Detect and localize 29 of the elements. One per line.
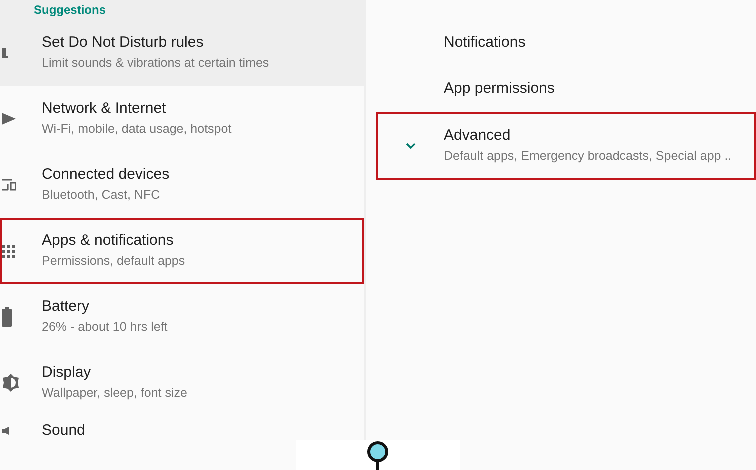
section-header: Suggestions <box>34 2 106 18</box>
item-title: Connected devices <box>42 165 170 185</box>
pin-icon <box>367 441 389 470</box>
item-subtitle: Permissions, default apps <box>42 253 186 270</box>
item-title: App permissions <box>444 79 555 99</box>
item-title: Apps & notifications <box>42 231 175 251</box>
item-title: Battery <box>42 297 91 317</box>
item-subtitle: Default apps, Emergency broadcasts, Special app .. <box>444 148 732 165</box>
item-title: Sound <box>42 421 86 441</box>
grid-icon <box>2 244 15 258</box>
battery-icon <box>2 307 12 327</box>
item-subtitle: 26% - about 10 hrs left <box>42 319 168 336</box>
item-subtitle: Wi-Fi, mobile, data usage, hotspot <box>42 121 232 138</box>
settings-item[interactable]: Advanced Default apps, Emergency broadcasts, Special app .. <box>376 112 756 180</box>
settings-item[interactable]: Set Do Not Disturb rules Limit sounds & vibrations at certain times <box>0 20 364 86</box>
settings-item[interactable]: App permissions <box>376 66 756 112</box>
item-subtitle: Limit sounds & vibrations at certain times <box>42 55 270 72</box>
settings-item[interactable]: Apps & notifications Permissions, default apps <box>0 218 364 284</box>
item-subtitle: Bluetooth, Cast, NFC <box>42 187 162 204</box>
item-title: Advanced <box>444 126 512 146</box>
item-title: Display <box>42 363 92 383</box>
item-title: Set Do Not Disturb rules <box>42 33 205 53</box>
speaker-icon <box>2 427 12 435</box>
devices-icon <box>2 178 16 192</box>
item-title: Network & Internet <box>42 99 168 119</box>
item-subtitle: Wallpaper, sleep, font size <box>42 385 188 402</box>
item-title: Notifications <box>444 33 526 53</box>
brightness-icon <box>2 374 20 392</box>
settings-item[interactable]: Notifications <box>376 20 756 66</box>
